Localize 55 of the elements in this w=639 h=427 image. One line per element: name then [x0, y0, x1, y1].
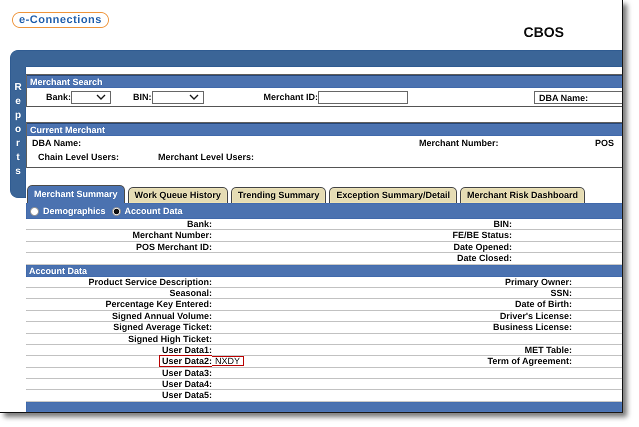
field-label: Product Service Description: — [88, 276, 212, 287]
section-header: Current Merchant — [27, 123, 622, 136]
radio-option[interactable]: Account Data — [112, 206, 183, 216]
field-label: Business License: — [492, 322, 572, 332]
field-label: Merchant Level Users: — [158, 152, 256, 162]
dba-name-field[interactable]: DBA Name: — [534, 90, 622, 104]
field-label: Date Opened: — [453, 242, 512, 252]
field-label: FE/BE Status: — [452, 230, 512, 240]
app-title: CBOS — [524, 24, 564, 40]
radio-option[interactable]: Demographics — [30, 206, 106, 216]
reports-side-tab[interactable]: Reports — [10, 67, 26, 198]
chevron-down-icon — [96, 94, 106, 100]
field-label: Bank: — [186, 219, 212, 229]
field-label: User Data5: — [162, 390, 212, 400]
field-label: Seasonal: — [169, 288, 212, 298]
section-header: Merchant Search — [27, 75, 622, 88]
field-label: Bank: — [46, 92, 72, 102]
input-field[interactable] — [318, 90, 408, 104]
tab[interactable]: Work Queue History — [128, 187, 228, 203]
field-label: User Data1: — [162, 344, 212, 355]
tab[interactable]: Exception Summary/Detail — [329, 187, 457, 203]
field-label: Merchant Number: — [132, 230, 212, 240]
field-label: User Data3: — [162, 368, 212, 378]
field-label: Merchant ID: — [264, 92, 318, 102]
tab[interactable]: Merchant Summary — [27, 185, 125, 203]
field-label: MET Table: — [524, 344, 572, 355]
logo: e-Connections — [12, 12, 109, 28]
field-label: Term of Agreement: — [487, 356, 572, 366]
tab[interactable]: Trending Summary — [230, 187, 326, 203]
field-label: Merchant Number: — [419, 138, 500, 148]
field-label: POS — [595, 138, 614, 148]
field-label: Percentage Key Entered: — [105, 299, 212, 310]
field-label: DBA Name: — [32, 138, 82, 148]
field-label: Driver's License: — [500, 310, 572, 321]
radio-button[interactable] — [112, 206, 121, 216]
field-label: Date of Birth: — [515, 299, 572, 310]
field-label: Primary Owner: — [504, 276, 572, 287]
field-label: Signed Average Ticket: — [113, 322, 212, 332]
section-header: Account Data — [26, 264, 622, 277]
field-label: POS Merchant ID: — [136, 242, 212, 252]
tab[interactable]: Merchant Risk Dashboard — [460, 187, 585, 203]
chevron-down-icon — [188, 94, 199, 100]
select-field[interactable] — [71, 90, 112, 104]
field-value: NXDY — [212, 356, 244, 366]
field-label: Date Closed: — [456, 253, 512, 264]
field-label: BIN: — [494, 219, 512, 229]
radio-button[interactable] — [30, 206, 39, 216]
field-label: Signed High Ticket: — [128, 334, 212, 344]
field-label: User Data2: — [158, 355, 212, 368]
field-label: User Data4: — [162, 379, 212, 390]
field-label: BIN: — [133, 92, 152, 102]
field-label: Signed Annual Volume: — [112, 310, 212, 321]
field-label: SSN: — [550, 288, 572, 298]
field-label: Chain Level Users: — [38, 152, 120, 162]
select-field[interactable] — [152, 90, 204, 104]
